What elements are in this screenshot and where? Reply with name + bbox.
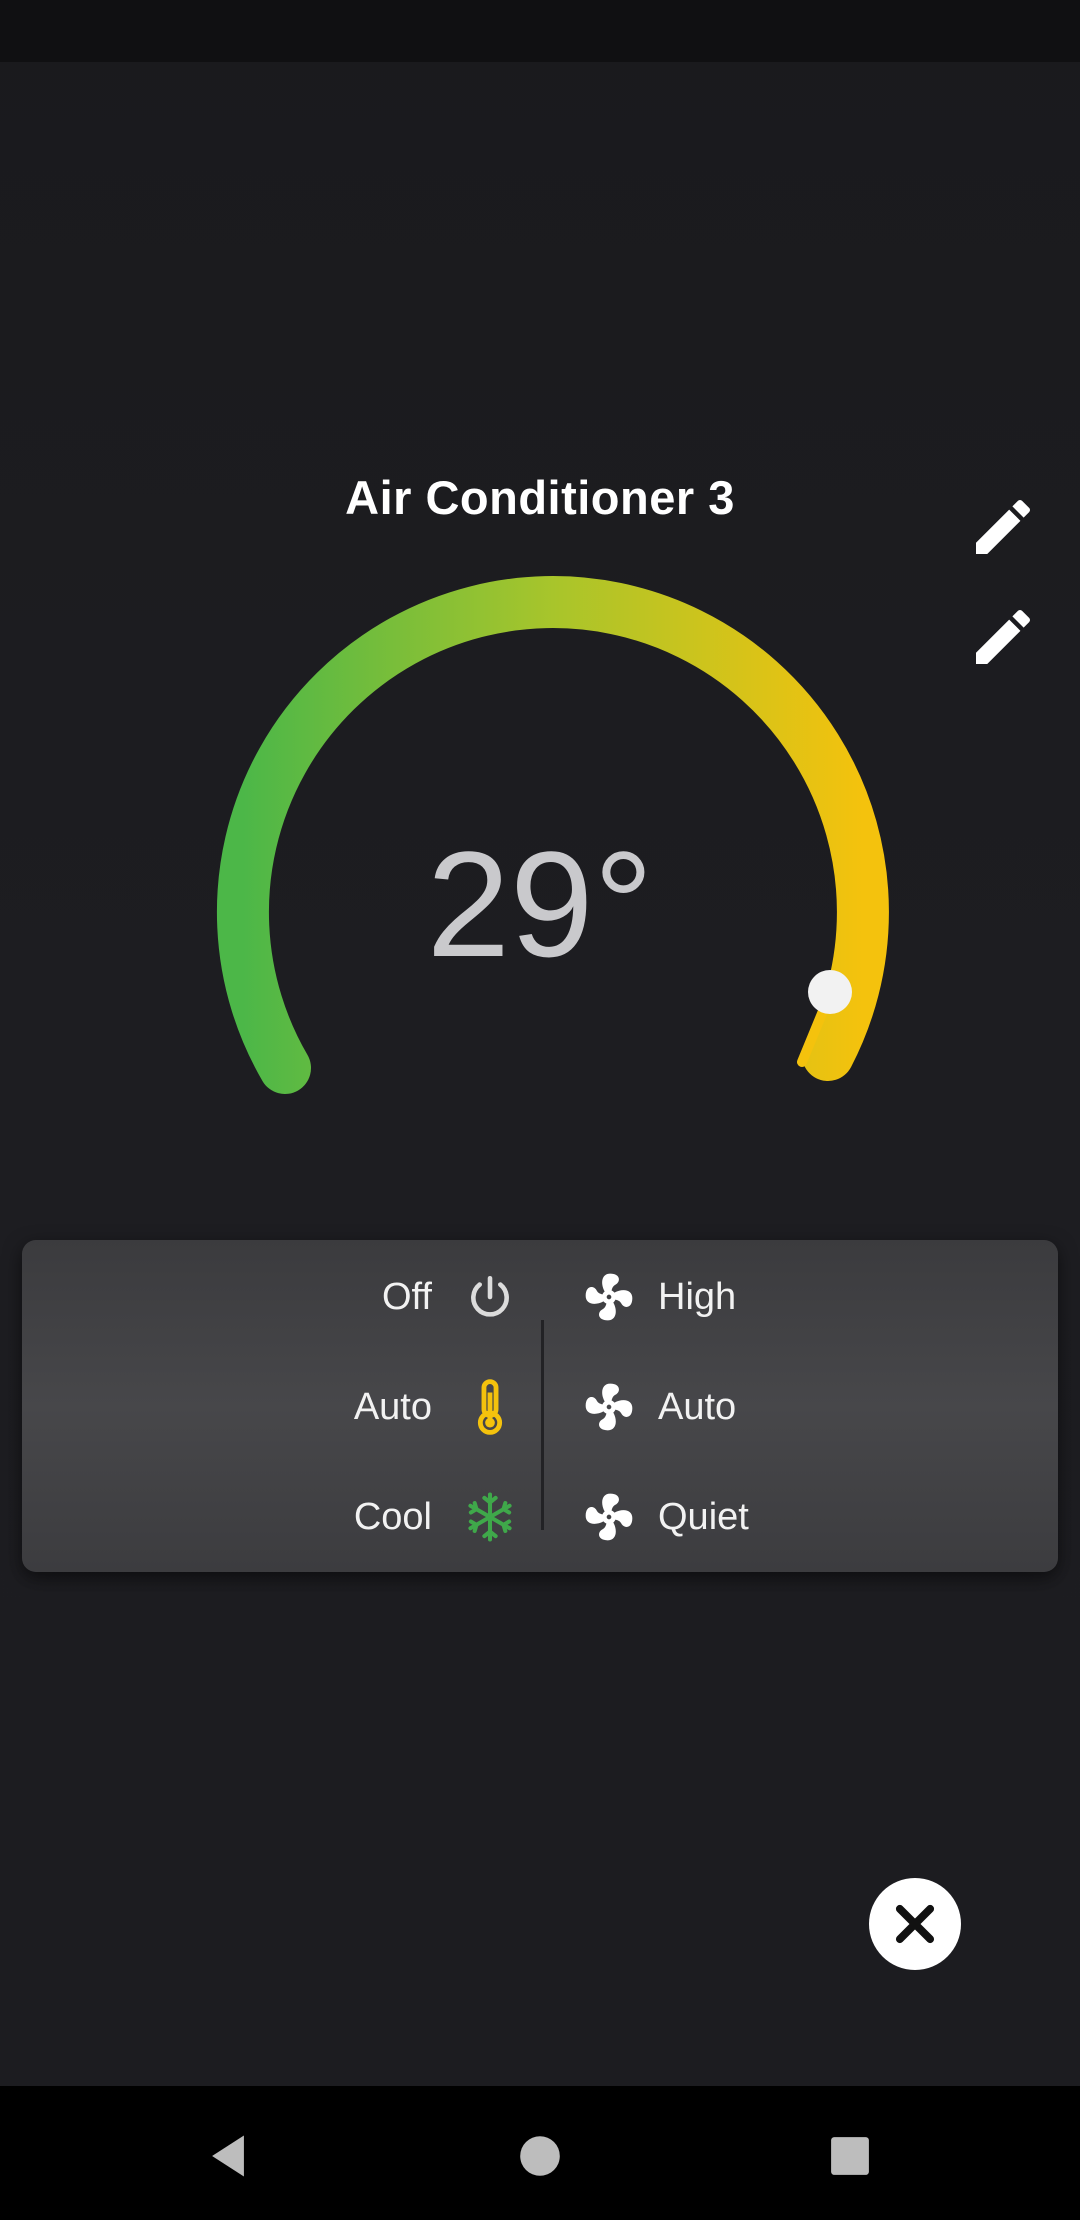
thermometer-icon [462,1379,518,1435]
ac-control-screen: Air Conditioner 3 29° Off High Auto Auto… [0,0,1080,2220]
fan-icon [580,1488,638,1546]
back-triangle-icon [212,2135,244,2177]
fan-option-quiet[interactable]: Quiet [542,1462,1058,1572]
snowflake-icon [462,1489,518,1545]
mode-option-auto[interactable]: Auto [22,1352,540,1462]
fan-icon [580,1378,638,1436]
fan-option-high[interactable]: High [542,1242,1058,1352]
close-button[interactable] [869,1878,961,1970]
nav-recents-button[interactable] [810,2116,890,2196]
mode-option-off[interactable]: Off [22,1242,540,1352]
control-row: Off High [22,1242,1058,1352]
home-circle-icon [520,2136,560,2176]
nav-home-button[interactable] [500,2116,580,2196]
close-icon [895,1904,935,1944]
fan-option-auto[interactable]: Auto [542,1352,1058,1462]
mode-label: Auto [353,1385,432,1428]
fan-icon [580,1268,638,1326]
control-row: Auto Auto [22,1352,1058,1462]
fan-label: High [658,1275,737,1318]
temperature-gauge[interactable] [0,0,1080,1200]
mode-label: Cool [353,1495,432,1538]
mode-label: Off [382,1275,432,1318]
mode-fan-panel: Off High Auto Auto Cool Quiet [22,1240,1058,1572]
temperature-readout: 29° [426,820,654,988]
control-row: Cool Quiet [22,1462,1058,1572]
recents-square-icon [831,2137,869,2175]
power-icon [462,1269,518,1325]
fan-label: Auto [658,1385,737,1428]
navigation-bar [0,2086,1080,2220]
fan-label: Quiet [658,1495,749,1538]
mode-option-cool[interactable]: Cool [22,1462,540,1572]
nav-back-button[interactable] [188,2116,268,2196]
